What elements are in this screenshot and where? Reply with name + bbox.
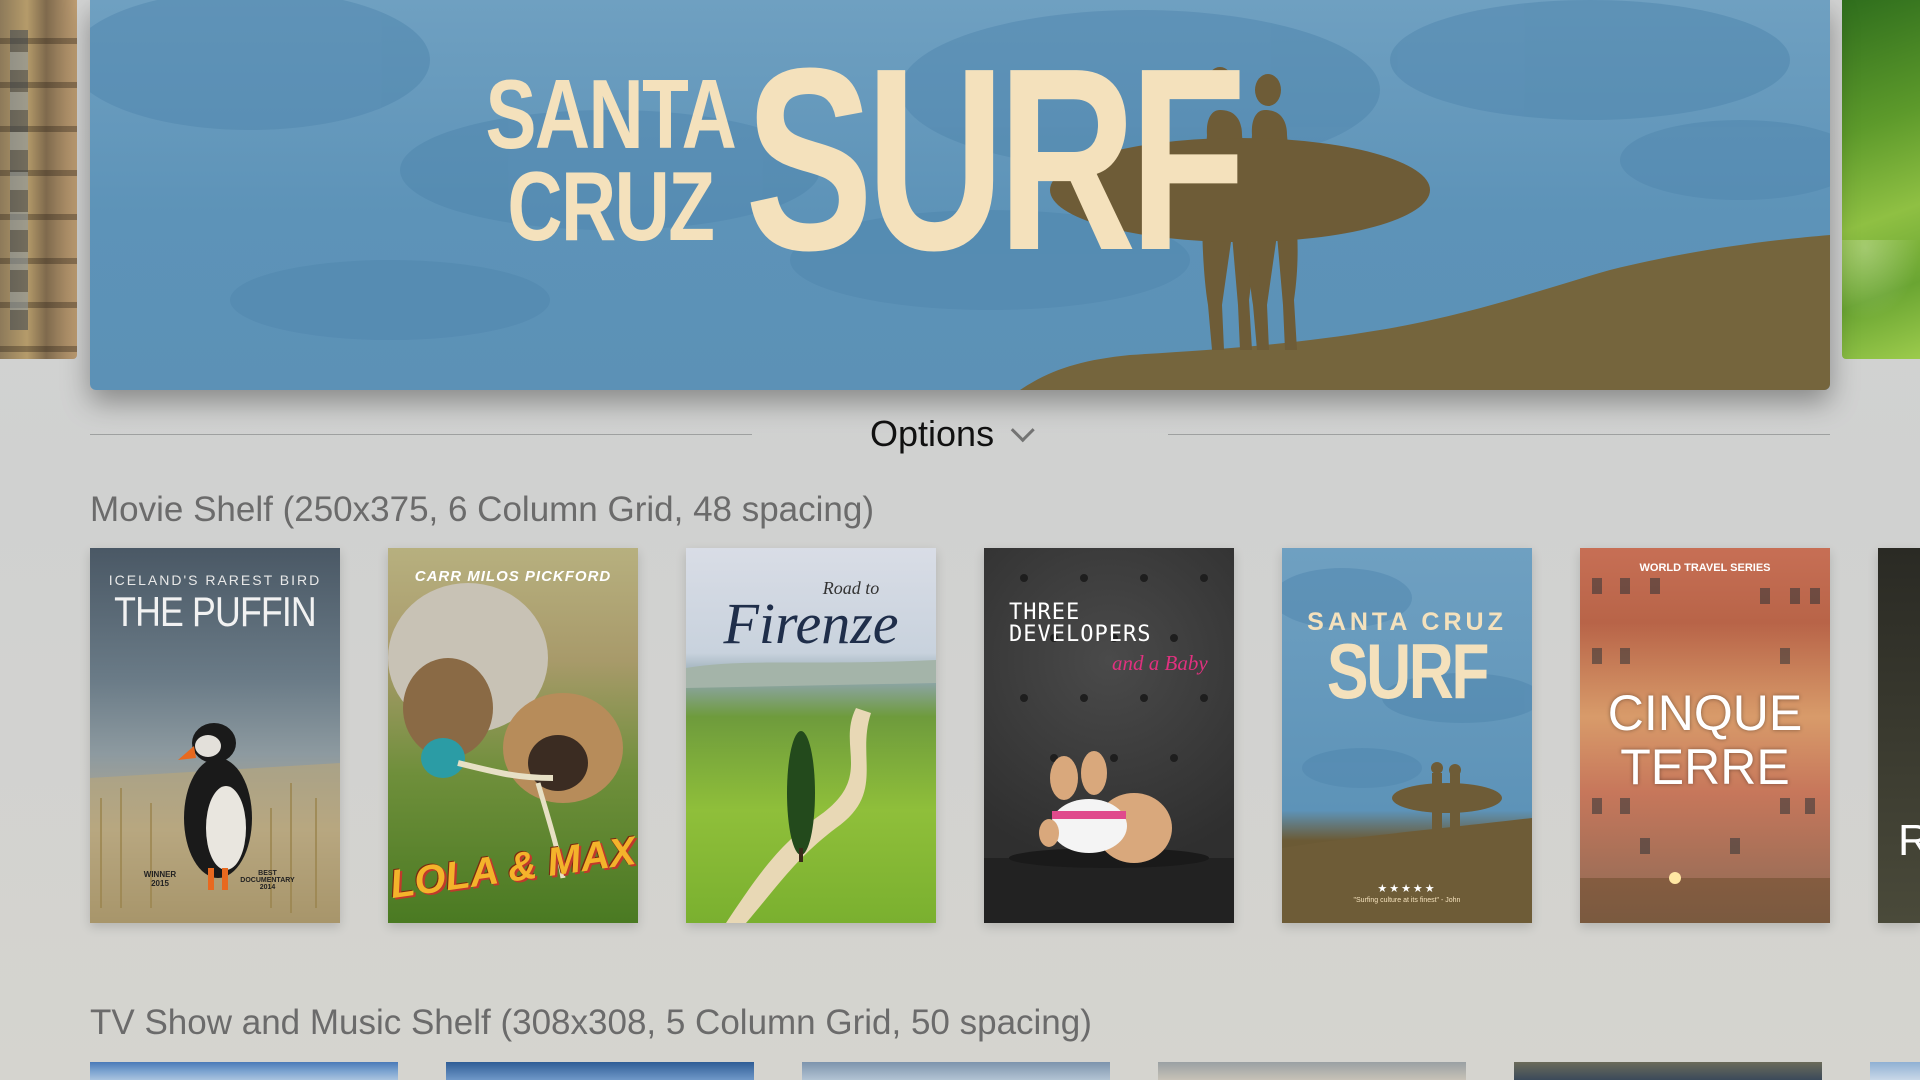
chevron-down-icon <box>1010 417 1035 442</box>
options-divider-left <box>90 434 752 435</box>
movie-poster-lola-and-max[interactable]: CARR MILOS PICKFORD LOLA & MAX <box>388 548 638 923</box>
santa-cruz-surf-poster-artwork <box>1282 568 1532 923</box>
tv-tile-1[interactable] <box>90 1062 398 1080</box>
puffin-tagline: ICELAND'S RAREST BIRD <box>108 572 322 588</box>
carousel-item-previous[interactable] <box>0 0 77 359</box>
movie-poster-cinque-terre[interactable]: WORLD TRAVEL SERIES CINQUE TERRE <box>1580 548 1830 923</box>
firenze-title: Firenze <box>723 591 899 656</box>
santa-cruz-poster-quote: "Surfing culture at its finest" - John <box>1353 897 1461 904</box>
puffin-award-2-year: 2014 <box>259 884 276 891</box>
santa-cruz-poster-title: SURF <box>1326 627 1490 715</box>
movie-poster-road-to-firenze[interactable]: Road to Firenze <box>686 548 936 923</box>
carousel-item-next[interactable] <box>1842 0 1920 359</box>
options-divider-right <box>1168 434 1830 435</box>
lola-max-credits: CARR MILOS PICKFORD <box>414 568 612 585</box>
hero-banner[interactable]: SANTA CRUZ SURF <box>90 0 1830 390</box>
puffin-award-2: BEST DOCUMENTARY <box>240 870 295 884</box>
santa-cruz-poster-rating: ★★★★★ <box>1377 883 1437 895</box>
hero-title-santa: SANTA <box>485 59 736 169</box>
tv-tile-3[interactable] <box>802 1062 1110 1080</box>
puffin-title: THE PUFFIN <box>114 588 317 635</box>
partial-poster-letter: R <box>1898 816 1920 865</box>
movie-poster-partial[interactable]: R <box>1878 548 1920 923</box>
tv-tile-4[interactable] <box>1158 1062 1466 1080</box>
hero-title-surf: SURF <box>745 15 1247 305</box>
cinque-terre-series: WORLD TRAVEL SERIES <box>1639 562 1771 574</box>
puffin-award-1: WINNER <box>143 870 177 879</box>
tv-shelf-title: TV Show and Music Shelf (308x308, 5 Colu… <box>90 1003 1092 1042</box>
cinque-terre-title-line2: TERRE <box>1620 739 1790 795</box>
movie-poster-santa-cruz-surf[interactable]: SANTA CRUZ SURF ★★★★★ "Surfing culture a… <box>1282 548 1532 923</box>
puffin-award-1-year: 2015 <box>151 879 169 888</box>
three-developers-subtitle: and a Baby <box>1112 651 1208 675</box>
tv-tile-2[interactable] <box>446 1062 754 1080</box>
movie-poster-three-developers[interactable]: THREE DEVELOPERS and a Baby <box>984 548 1234 923</box>
three-developers-title-line2: DEVELOPERS <box>1009 622 1152 647</box>
options-button[interactable]: Options <box>870 412 1050 456</box>
tv-tile-5[interactable] <box>1514 1062 1822 1080</box>
hero-title: SANTA CRUZ SURF <box>415 30 1413 290</box>
tv-tile-partial[interactable] <box>1870 1062 1920 1080</box>
options-label: Options <box>870 413 995 454</box>
cinque-terre-title-line1: CINQUE <box>1607 685 1803 741</box>
hero-title-cruz: CRUZ <box>507 151 715 261</box>
movie-shelf-title: Movie Shelf (250x375, 6 Column Grid, 48 … <box>90 490 875 529</box>
three-developers-title-line1: THREE <box>1009 600 1081 625</box>
movie-poster-the-puffin[interactable]: ICELAND'S RAREST BIRD THE PUFFIN WINNER … <box>90 548 340 923</box>
